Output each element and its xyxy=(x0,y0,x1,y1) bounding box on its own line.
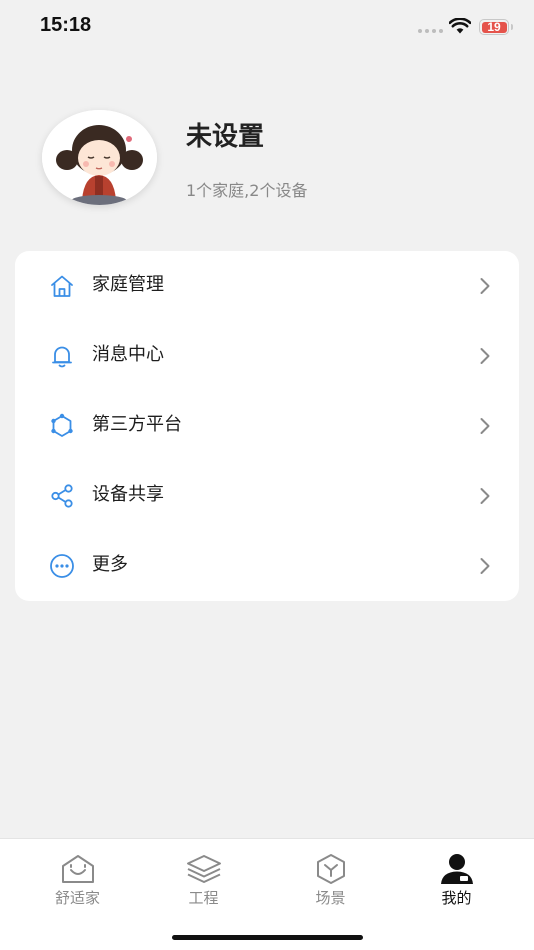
avatar[interactable] xyxy=(42,110,157,205)
user-summary: 1个家庭,2个设备 xyxy=(186,181,308,200)
battery-icon: 19 xyxy=(479,19,513,35)
tab-label: 我的 xyxy=(441,889,472,907)
chevron-right-icon xyxy=(480,278,490,294)
menu-item-more[interactable]: 更多 xyxy=(15,531,519,601)
platform-icon xyxy=(51,413,73,437)
home-icon xyxy=(51,275,73,297)
wifi-icon xyxy=(449,18,471,34)
battery-level: 19 xyxy=(481,21,507,33)
tab-label: 场景 xyxy=(315,889,346,907)
smile-house-icon xyxy=(61,855,94,883)
menu-item-label: 第三方平台 xyxy=(92,414,182,435)
menu-item-label: 更多 xyxy=(92,554,128,575)
menu-item-third-party-platform[interactable]: 第三方平台 xyxy=(15,391,519,461)
status-time: 15:18 xyxy=(40,14,92,36)
menu-card: 家庭管理 消息中心 第三方平台 设备共享 更多 xyxy=(15,251,519,601)
tab-bar: 舒适家 工程 场景 我的 xyxy=(0,838,534,950)
cellular-signal-icon xyxy=(418,29,444,34)
cube-icon xyxy=(316,854,345,884)
avatar-image xyxy=(42,110,157,205)
tab-engineering[interactable]: 工程 xyxy=(137,839,270,919)
user-name[interactable]: 未设置 xyxy=(186,116,264,153)
menu-item-message-center[interactable]: 消息中心 xyxy=(15,321,519,391)
tab-scene[interactable]: 场景 xyxy=(264,839,397,919)
more-icon xyxy=(50,554,74,578)
menu-item-label: 设备共享 xyxy=(92,484,164,505)
share-icon xyxy=(51,484,73,508)
bell-icon xyxy=(52,346,72,368)
chevron-right-icon xyxy=(480,558,490,574)
tab-mine[interactable]: 我的 xyxy=(390,839,523,919)
menu-item-home-management[interactable]: 家庭管理 xyxy=(15,251,519,321)
status-bar: 15:18 19 xyxy=(0,0,534,54)
tab-label: 工程 xyxy=(188,889,219,907)
tab-label: 舒适家 xyxy=(54,889,100,907)
menu-item-device-sharing[interactable]: 设备共享 xyxy=(15,461,519,531)
tab-comfort-home[interactable]: 舒适家 xyxy=(11,839,144,919)
layers-icon xyxy=(186,855,221,883)
home-indicator xyxy=(172,935,363,940)
user-icon xyxy=(440,854,473,884)
chevron-right-icon xyxy=(480,488,490,504)
menu-item-label: 消息中心 xyxy=(92,344,164,365)
menu-item-label: 家庭管理 xyxy=(92,274,164,295)
chevron-right-icon xyxy=(480,348,490,364)
chevron-right-icon xyxy=(480,418,490,434)
